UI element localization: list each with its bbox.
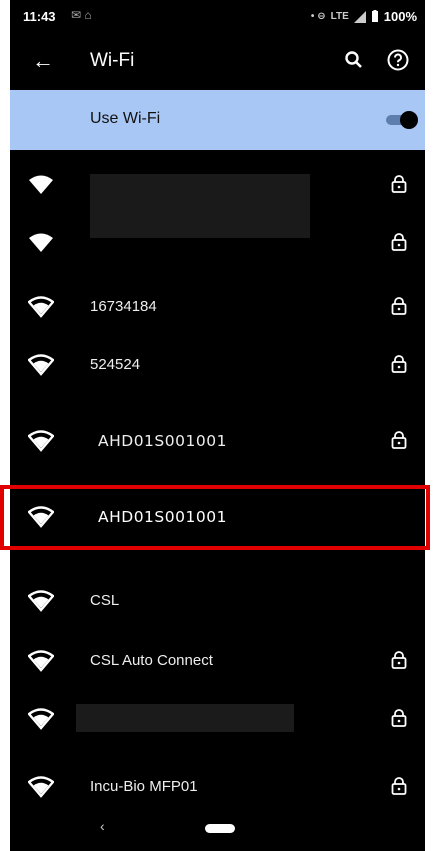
lock-icon	[391, 355, 407, 373]
wifi-icon	[28, 354, 54, 376]
app-bar: ← Wi-Fi	[10, 34, 425, 90]
wifi-icon	[28, 430, 54, 452]
use-wifi-label: Use Wi-Fi	[90, 110, 161, 127]
wifi-full-icon	[29, 175, 53, 194]
wifi-icon	[28, 506, 54, 528]
use-wifi-toggle[interactable]	[382, 111, 418, 129]
lock-icon	[391, 175, 407, 193]
network-row[interactable]	[10, 214, 425, 274]
lock-icon	[391, 233, 407, 251]
status-bar: 11:43 ✉ ⌂ • ⊖ LTE 100%	[10, 0, 425, 34]
network-row[interactable]: 16734184	[10, 278, 425, 338]
signal-icon	[353, 10, 366, 23]
search-icon[interactable]	[342, 48, 366, 72]
battery-percent: 100%	[383, 9, 417, 24]
phone-screen: 11:43 ✉ ⌂ • ⊖ LTE 100% ← Wi-Fi Use Wi-Fi	[10, 0, 425, 851]
lock-icon	[391, 431, 407, 449]
network-row[interactable]: AHD01S001001	[10, 412, 425, 472]
use-wifi-row[interactable]: Use Wi-Fi	[10, 90, 425, 150]
network-name: AHD01S001001	[98, 508, 227, 526]
wifi-full-icon	[29, 233, 53, 252]
dnd-icon: • ⊖	[310, 11, 326, 22]
network-row[interactable]	[10, 156, 425, 238]
network-type: LTE	[330, 11, 349, 22]
network-name: AHD01S001001	[98, 432, 227, 450]
arrow-back-icon[interactable]: ←	[32, 50, 54, 72]
battery-icon	[371, 10, 378, 22]
help-icon[interactable]	[386, 48, 410, 72]
lock-icon	[391, 297, 407, 315]
wifi-icon	[28, 296, 54, 318]
page-title: Wi-Fi	[90, 50, 135, 71]
network-row[interactable]: 524524	[10, 336, 425, 396]
network-name: 16734184	[90, 298, 157, 315]
notification-icons: ✉ ⌂	[71, 8, 92, 22]
network-name: 524524	[90, 356, 141, 373]
status-right: • ⊖ LTE 100%	[311, 9, 417, 24]
status-time: 11:43	[23, 9, 56, 24]
network-row-highlighted[interactable]: AHD01S001001	[10, 488, 425, 548]
